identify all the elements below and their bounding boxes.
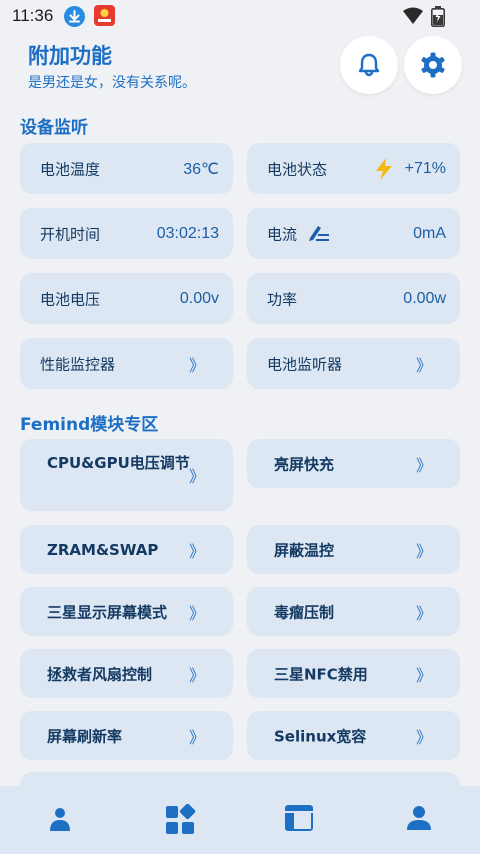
card-value: 03:02:13 (156, 224, 219, 242)
chevron-right-icon: 》 (415, 455, 432, 475)
module-samsung-display-mode[interactable]: 三星显示屏幕模式 》 (20, 587, 233, 636)
card-label: 电池状态 (267, 160, 328, 178)
card-battery-temp: 电池温度 36℃ (20, 143, 233, 194)
chevron-right-icon: 》 (188, 541, 205, 561)
bell-icon (358, 53, 380, 77)
chevron-right-icon: 》 (188, 665, 205, 685)
module-selinux-permissive[interactable]: Selinux宽容 》 (247, 711, 460, 760)
card-label: 三星NFC禁用 (274, 665, 368, 683)
page-subtitle: 是男还是女，没有关系呢。 (28, 75, 196, 91)
card-label: 功率 (267, 290, 298, 308)
notifications-button[interactable] (340, 36, 398, 94)
card-label: CPU&GPU电压调节 (47, 454, 190, 472)
module-legion-fan-control[interactable]: 拯救者风扇控制 》 (20, 649, 233, 698)
card-value: 0.00v (179, 289, 219, 307)
nav-table-icon[interactable] (284, 804, 314, 836)
card-battery-voltage: 电池电压 0.00v (20, 273, 233, 324)
download-icon (64, 6, 85, 27)
chevron-right-icon: 》 (415, 665, 432, 685)
module-zram-swap[interactable]: ZRAM&SWAP 》 (20, 525, 233, 574)
module-screen-on-fast-charge[interactable]: 亮屏快充 》 (247, 439, 460, 488)
card-label: 屏蔽温控 (274, 541, 335, 559)
chevron-right-icon: 》 (415, 603, 432, 623)
card-label: ZRAM&SWAP (47, 540, 159, 559)
chevron-right-icon: 》 (415, 541, 432, 561)
chevron-right-icon: 》 (188, 603, 205, 623)
card-value: 0mA (413, 224, 446, 242)
battery-monitor-button[interactable]: 电池监听器 》 (247, 338, 460, 389)
card-label: 电池电压 (40, 290, 101, 308)
chevron-right-icon: 》 (188, 467, 205, 486)
lightning-icon (374, 158, 394, 184)
card-label: 性能监控器 (40, 355, 116, 373)
card-label: 电池监听器 (267, 355, 343, 373)
nav-widgets-icon[interactable] (164, 803, 196, 840)
battery-charging-icon (431, 6, 445, 31)
section-title-femind: Femind模块专区 (20, 415, 159, 435)
card-label: 电流 (267, 225, 298, 243)
card-label: 拯救者风扇控制 (47, 665, 153, 683)
module-block-thermal[interactable]: 屏蔽温控 》 (247, 525, 460, 574)
card-label: 开机时间 (40, 225, 101, 243)
nav-person-icon[interactable] (406, 804, 432, 836)
page-title: 附加功能 (28, 44, 112, 68)
chevron-right-icon: 》 (415, 727, 432, 747)
settings-button[interactable] (404, 36, 462, 94)
wifi-icon (402, 7, 424, 29)
gear-icon (421, 52, 445, 78)
chevron-right-icon: 》 (188, 727, 205, 747)
card-value: +71% (404, 159, 446, 177)
chevron-right-icon: 》 (415, 355, 432, 375)
module-samsung-nfc-disable[interactable]: 三星NFC禁用 》 (247, 649, 460, 698)
card-label: 亮屏快充 (274, 455, 335, 473)
performance-monitor-button[interactable]: 性能监控器 》 (20, 338, 233, 389)
module-cpu-gpu-voltage[interactable]: CPU&GPU电压调节 》 (20, 439, 233, 511)
card-label: Selinux宽容 (274, 727, 367, 745)
card-current: 电流 0mA (247, 208, 460, 259)
card-label: 电池温度 (40, 160, 101, 178)
card-label: 三星显示屏幕模式 (47, 603, 168, 621)
section-title-device-monitor: 设备监听 (20, 118, 88, 138)
bottom-nav (0, 786, 480, 854)
nav-person-badge-icon[interactable] (48, 804, 72, 838)
edit-sort-icon[interactable] (307, 224, 331, 248)
app-notification-icon (94, 5, 115, 26)
card-value: 0.00w (403, 289, 446, 307)
card-power: 功率 0.00w (247, 273, 460, 324)
status-bar: 11:36 (0, 0, 480, 32)
chevron-right-icon: 》 (188, 355, 205, 375)
module-bloatware-suppress[interactable]: 毒瘤压制 》 (247, 587, 460, 636)
card-battery-status: 电池状态 +71% (247, 143, 460, 194)
card-value: 36℃ (183, 160, 219, 178)
status-time: 11:36 (12, 6, 54, 25)
card-label: 屏幕刷新率 (47, 727, 123, 745)
card-label: 毒瘤压制 (274, 603, 335, 621)
card-uptime: 开机时间 03:02:13 (20, 208, 233, 259)
module-refresh-rate[interactable]: 屏幕刷新率 》 (20, 711, 233, 760)
